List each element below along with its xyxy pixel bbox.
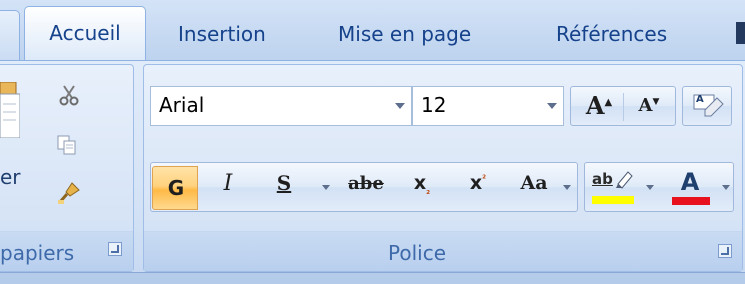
grow-font-glyph: A <box>585 91 605 120</box>
format-painter-icon[interactable] <box>56 180 82 206</box>
change-case-button[interactable]: Aa <box>514 172 554 194</box>
font-name-combo[interactable]: Arial <box>150 86 412 126</box>
font-size-combo[interactable]: 12 <box>412 86 564 126</box>
tab-references[interactable]: Références <box>556 14 667 54</box>
highlighter-pen-icon <box>614 168 634 190</box>
clipboard-caption: papiers <box>0 241 75 265</box>
superscript-glyph: x <box>469 172 483 194</box>
bold-button[interactable]: G <box>152 166 198 210</box>
underline-dropdown-arrow[interactable] <box>322 185 330 190</box>
font-color-glyph: A <box>680 168 700 196</box>
copy-icon[interactable] <box>56 134 78 156</box>
ribbon-bottom-edge <box>0 272 745 284</box>
clear-formatting-button[interactable]: A <box>682 86 732 126</box>
underline-button[interactable]: S <box>266 171 302 195</box>
clear-formatting-glyph: A <box>696 94 704 105</box>
highlight-button[interactable]: ab <box>590 168 636 206</box>
shrink-font-glyph: A <box>638 95 653 116</box>
tab-insertion[interactable]: Insertion <box>178 14 266 54</box>
italic-button[interactable]: I <box>210 171 246 196</box>
font-color-button[interactable]: A <box>670 168 714 206</box>
font-group-caption: Police <box>388 241 446 265</box>
highlight-glyph: ab <box>592 170 613 188</box>
subscript-glyph: x <box>413 172 427 194</box>
font-size-value: 12 <box>421 93 447 117</box>
strikethrough-button[interactable]: abe <box>342 173 390 194</box>
tab-mise-en-page[interactable]: Mise en page <box>338 14 471 54</box>
paste-icon[interactable] <box>0 81 21 139</box>
subscript-button[interactable]: x₂ <box>404 172 440 197</box>
grow-shrink-group: A▲ A▼ <box>570 86 676 126</box>
cut-icon[interactable] <box>58 84 80 106</box>
font-name-value: Arial <box>159 93 205 117</box>
paste-label[interactable]: er <box>0 165 21 189</box>
chevron-down-icon[interactable] <box>395 103 405 109</box>
highlight-color-swatch <box>592 196 634 204</box>
highlight-dropdown-arrow[interactable] <box>646 185 654 190</box>
font-dialog-launcher[interactable] <box>718 244 732 258</box>
divider <box>623 93 624 121</box>
clipboard-dialog-launcher[interactable] <box>108 242 122 256</box>
office-button-edge[interactable] <box>0 10 20 62</box>
superscript-button[interactable]: x² <box>460 172 496 194</box>
bold-glyph: G <box>167 176 185 200</box>
chevron-down-icon[interactable] <box>547 103 557 109</box>
font-color-dropdown-arrow[interactable] <box>722 185 730 190</box>
tab-accueil[interactable]: Accueil <box>24 6 146 64</box>
shrink-font-button[interactable]: A▼ <box>629 95 669 116</box>
font-color-swatch <box>672 197 710 205</box>
grow-font-button[interactable]: A▲ <box>579 91 619 120</box>
tab-next-partial[interactable] <box>736 22 745 44</box>
change-case-dropdown-arrow[interactable] <box>563 185 571 190</box>
